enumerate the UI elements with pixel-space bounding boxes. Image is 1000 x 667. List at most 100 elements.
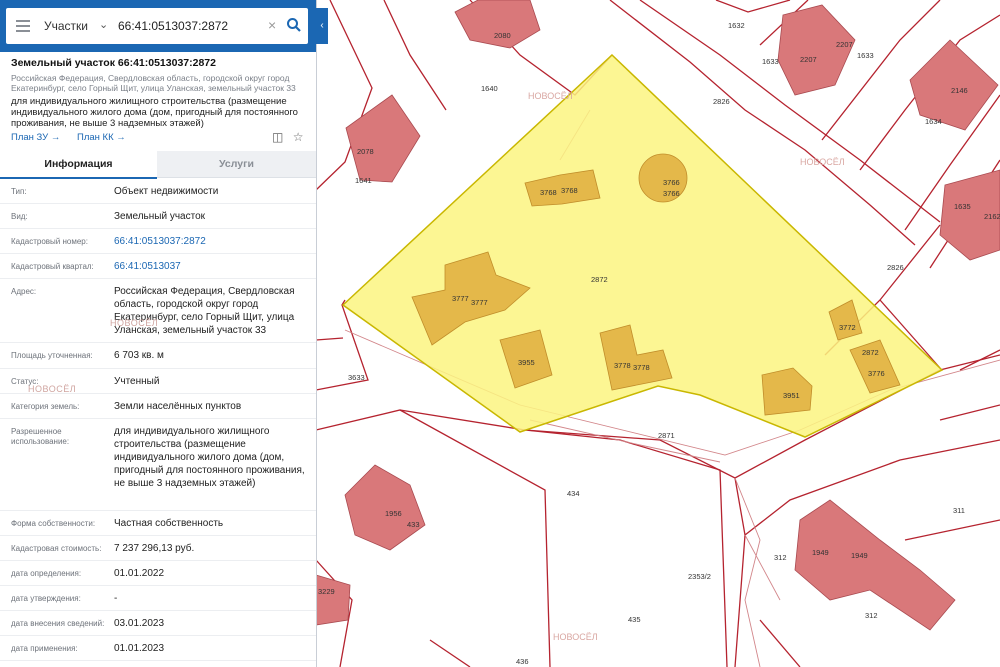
label-3778b: 3778 [633,363,650,372]
row-address: Адрес: Российская Федерация, Свердловска… [0,278,316,343]
label-3778: 3778 [614,361,631,370]
row-date-determination: дата определения: 01.01.2022 [0,560,316,586]
row-label: Форма собственности: [11,519,96,528]
label-3766: 3766 [663,178,680,187]
cadastral-number-link[interactable]: 66:41:0513037:2872 [114,235,309,248]
row-value: для индивидуального жилищного строительс… [114,426,305,489]
row-cadastral-value: Кадастровая стоимость: 7 237 296,13 руб. [0,535,316,561]
row-date-application: дата применения: 01.01.2023 [0,635,316,661]
row-value: 01.01.2022 [114,568,165,579]
row-cadastral-number: Кадастровый номер: 66:41:0513037:2872 [0,228,316,254]
row-label: Площадь уточненная: [11,351,93,360]
tab-info[interactable]: Информация [0,151,157,179]
actions: ◫ ☆ [272,130,303,144]
label-3229: 3229 [318,587,335,596]
label-3951: 3951 [783,391,800,400]
row-permitted-use: Разрешенное использование: для индивидуа… [0,418,316,511]
search-input[interactable]: 66:41:0513037:2872 [118,19,228,33]
label-312b: 312 [865,611,878,620]
label-1632: 1632 [728,21,745,30]
label-3772: 3772 [839,323,856,332]
label-2353-2: 2353/2 [688,572,711,581]
watermark: НОВОСЁЛ [528,91,573,101]
label-2146: 2146 [951,86,968,95]
row-value: Частная собственность [114,518,224,529]
row-area: Площадь уточненная: 6 703 кв. м [0,342,316,369]
row-date-approval: дата утверждения: - [0,585,316,611]
row-type: Тип: Объект недвижимости [0,178,316,204]
row-label: Вид: [11,212,28,221]
row-cadastral-quarter: Кадастровый квартал: 66:41:0513037 [0,253,316,279]
search-box[interactable]: Участки ⌄ 66:41:0513037:2872 × [6,8,308,44]
close-icon[interactable]: × [268,17,276,33]
plan-links: План ЗУ → План КК → [11,132,140,143]
label-1634: 1634 [925,117,942,126]
label-3766b: 3766 [663,189,680,198]
search-bar: Участки ⌄ 66:41:0513037:2872 × [0,0,316,52]
label-2826: 2826 [713,97,730,106]
star-icon[interactable]: ☆ [293,130,304,144]
row-value: 03.01.2023 [114,618,165,629]
label-434: 434 [567,489,580,498]
row-date-entry: дата внесения сведений: 03.01.2023 [0,610,316,636]
locate-icon[interactable]: ◫ [272,130,283,144]
row-label: Тип: [11,187,27,196]
label-1956: 1956 [385,509,402,518]
plan-kk-link[interactable]: План КК → [77,132,126,143]
tab-services[interactable]: Услуги [157,151,316,177]
row-value: Земельный участок [114,211,206,222]
row-label: Кадастровый номер: [11,237,88,246]
row-value: Земли населённых пунктов [114,401,242,412]
row-label: Кадастровый квартал: [11,262,94,271]
label-1633b: 1633 [857,51,874,60]
row-ownership: Форма собственности: Частная собственнос… [0,510,316,536]
address-text: Российская Федерация, Свердловская облас… [11,73,296,93]
watermark: НОВОСЁЛ [110,318,159,328]
row-label: Кадастровая стоимость: [11,544,102,553]
row-label: дата применения: [11,644,78,653]
label-1641: 1641 [355,176,372,185]
label-1635: 1635 [954,202,971,211]
watermark: НОВОСЁЛ [28,384,77,394]
row-kind: Вид: Земельный участок [0,203,316,229]
label-3777: 3777 [452,294,469,303]
plan-zu-link[interactable]: План ЗУ → [11,132,60,143]
label-3777b: 3777 [471,298,488,307]
watermark: НОВОСЁЛ [553,632,598,642]
row-value: 7 237 296,13 руб. [114,543,195,554]
label-3633: 3633 [348,373,365,382]
info-panel: Участки ⌄ 66:41:0513037:2872 × Земельный… [0,0,317,667]
label-2872: 2872 [591,275,608,284]
label-1949: 1949 [851,551,868,560]
cadastral-quarter-link[interactable]: 66:41:0513037 [114,260,309,273]
label-436: 436 [516,657,529,666]
row-value: 01.01.2023 [114,643,165,654]
usage-text: для индивидуального жилищного строительс… [11,96,298,129]
row-label: дата утверждения: [11,594,81,603]
page-title: Земельный участок 66:41:0513037:2872 [11,57,216,69]
label-2078: 2078 [357,147,374,156]
label-2872-building: 2872 [862,348,879,357]
label-2207b: 2207 [836,40,853,49]
tabs: Информация Услуги [0,151,316,179]
label-433: 433 [407,520,420,529]
chevron-down-icon[interactable]: ⌄ [99,18,108,31]
row-value: Учтенный [114,376,160,387]
search-type-select[interactable]: Участки [44,19,88,33]
row-value: Объект недвижимости [114,186,219,197]
label-435: 435 [628,615,641,624]
row-value: Российская Федерация, Свердловская облас… [114,286,295,336]
label-312: 312 [774,553,787,562]
row-label: дата определения: [11,569,82,578]
label-3768b: 3768 [561,186,578,195]
collapse-panel-button[interactable]: ‹ [316,8,328,44]
search-icon[interactable] [286,17,302,33]
label-3955: 3955 [518,358,535,367]
label-3776: 3776 [868,369,885,378]
row-label: дата внесения сведений: [11,619,105,628]
label-1640: 1640 [481,84,498,93]
row-label: Категория земель: [11,402,80,411]
watermark: НОВОСЁЛ [800,157,845,167]
menu-icon[interactable] [16,20,30,32]
label-3768: 3768 [540,188,557,197]
